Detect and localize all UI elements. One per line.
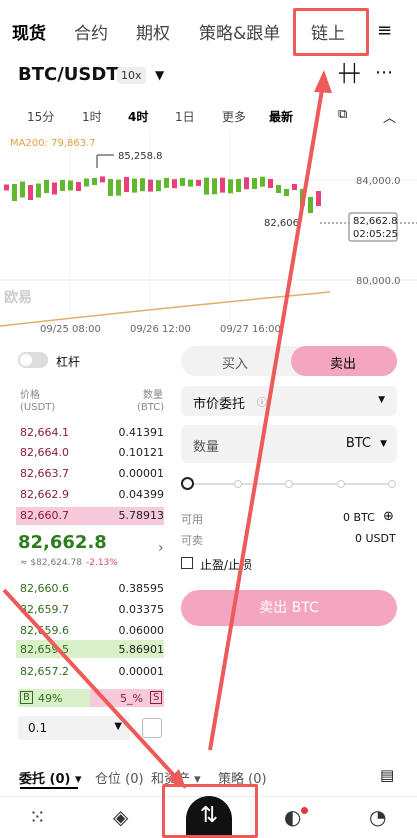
app-root: 现货 合约 期权 策略&跟单 链上 ≡ BTC/USDT 10x ▼ ┼┼ ⋯ … <box>0 0 417 838</box>
annotation-arrows <box>2 70 332 789</box>
